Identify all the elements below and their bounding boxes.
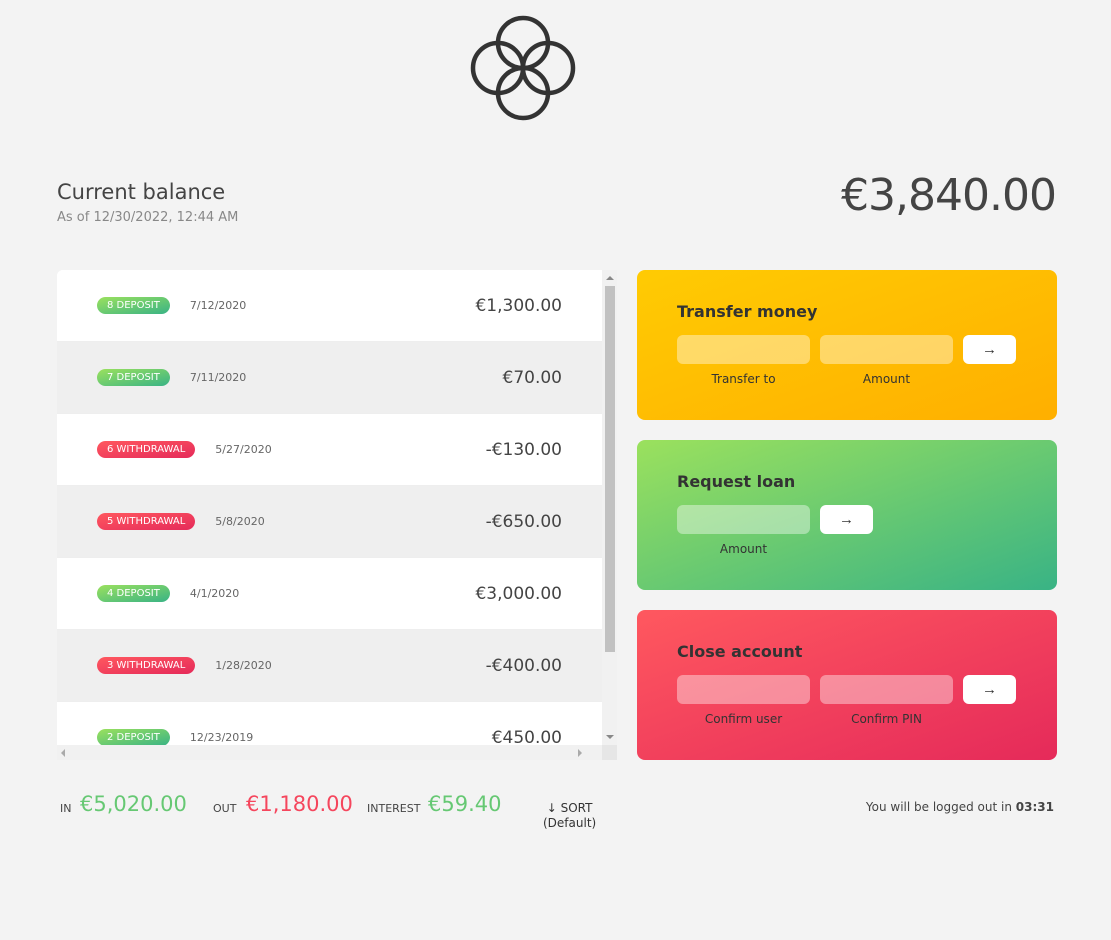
summary-in-value: €5,020.00 [80,792,187,816]
confirm-user-input[interactable] [677,675,810,704]
transfer-money-panel: Transfer money → Transfer to Amount [637,270,1057,420]
movement-value: €70.00 [502,367,562,388]
interlocking-rings-logo-icon [470,15,576,121]
scroll-thumb[interactable] [605,286,615,652]
confirm-pin-label: Confirm PIN [851,712,922,726]
horizontal-scrollbar[interactable] [57,745,602,760]
sort-state: (Default) [543,816,597,830]
movement-type-badge: 4 DEPOSIT [97,585,170,602]
movement-row: 7 DEPOSIT 7/11/2020 €70.00 [57,342,602,414]
balance-title: Current balance [57,180,226,204]
movement-row: 4 DEPOSIT 4/1/2020 €3,000.00 [57,558,602,630]
logout-timer: 03:31 [1015,800,1054,814]
movement-value: €3,000.00 [475,583,562,604]
movement-date: 1/28/2020 [215,659,272,672]
confirm-user-label: Confirm user [704,712,783,726]
movement-date: 12/23/2019 [189,731,254,744]
transfer-title: Transfer money [677,302,818,321]
close-account-panel: Close account → Confirm user Confirm PIN [637,610,1057,760]
summary-interest-value: €59.40 [428,792,502,816]
movement-value: -€650.00 [485,511,562,532]
loan-amount-input[interactable] [677,505,810,534]
movement-value: €1,300.00 [475,295,562,316]
movement-date: 5/27/2020 [215,443,272,456]
movement-type-badge: 5 WITHDRAWAL [97,513,196,530]
movement-type-badge: 2 DEPOSIT [97,729,170,745]
movement-type-badge: 8 DEPOSIT [97,297,170,314]
movements-panel: 8 DEPOSIT 7/12/2020 €1,300.00 7 DEPOSIT 7/11… [57,270,617,760]
movement-value: €450.00 [491,727,562,746]
summary-in-label: In [60,802,72,815]
scroll-left-icon[interactable] [61,749,65,757]
sort-label: ↓ SORT [546,801,593,815]
movement-type-badge: 3 WITHDRAWAL [97,657,196,674]
transfer-to-label: Transfer to [711,372,776,386]
transfer-amount-input[interactable] [820,335,953,364]
vertical-scrollbar[interactable] [602,270,617,745]
scroll-down-icon[interactable] [606,735,614,739]
movement-type-badge: 6 WITHDRAWAL [97,441,196,458]
movement-date: 4/1/2020 [189,587,240,600]
logout-text: You will be logged out in [865,800,1012,814]
transfer-amount-label: Amount [862,372,911,386]
transfer-submit-button[interactable]: → [963,335,1016,364]
loan-submit-button[interactable]: → [820,505,873,534]
scroll-up-icon[interactable] [606,276,614,280]
movement-row: 8 DEPOSIT 7/12/2020 €1,300.00 [57,270,602,342]
logout-timer-text: You will be logged out in 03:31 [866,800,1054,814]
movement-row: 3 WITHDRAWAL 1/28/2020 -€400.00 [57,630,602,702]
balance-date: As of 12/30/2022, 12:44 AM [57,210,239,225]
close-submit-button[interactable]: → [963,675,1016,704]
movement-row: 2 DEPOSIT 12/23/2019 €450.00 [57,702,602,745]
movement-type-badge: 7 DEPOSIT [97,369,170,386]
loan-amount-label: Amount [719,542,768,556]
sort-button[interactable]: ↓ SORT (Default) [543,801,596,831]
movement-date: 7/12/2020 [189,299,247,312]
movement-row: 5 WITHDRAWAL 5/8/2020 -€650.00 [57,486,602,558]
balance-value: €3,840.00 [841,170,1057,221]
loan-title: Request loan [677,472,796,491]
movements-list[interactable]: 8 DEPOSIT 7/12/2020 €1,300.00 7 DEPOSIT 7/11… [57,270,602,745]
transfer-to-input[interactable] [677,335,810,364]
movement-row: 6 WITHDRAWAL 5/27/2020 -€130.00 [57,414,602,486]
scroll-right-icon[interactable] [578,749,582,757]
summary-out-label: Out [213,802,237,815]
request-loan-panel: Request loan → Amount [637,440,1057,590]
close-title: Close account [677,642,803,661]
summary-out-value: €1,180.00 [246,792,353,816]
summary-interest-label: Interest [367,802,421,815]
movement-value: -€130.00 [485,439,562,460]
movement-value: -€400.00 [485,655,562,676]
scrollbar-corner [602,745,617,760]
movement-date: 5/8/2020 [215,515,265,528]
movement-date: 7/11/2020 [189,371,247,384]
confirm-pin-input[interactable] [820,675,953,704]
